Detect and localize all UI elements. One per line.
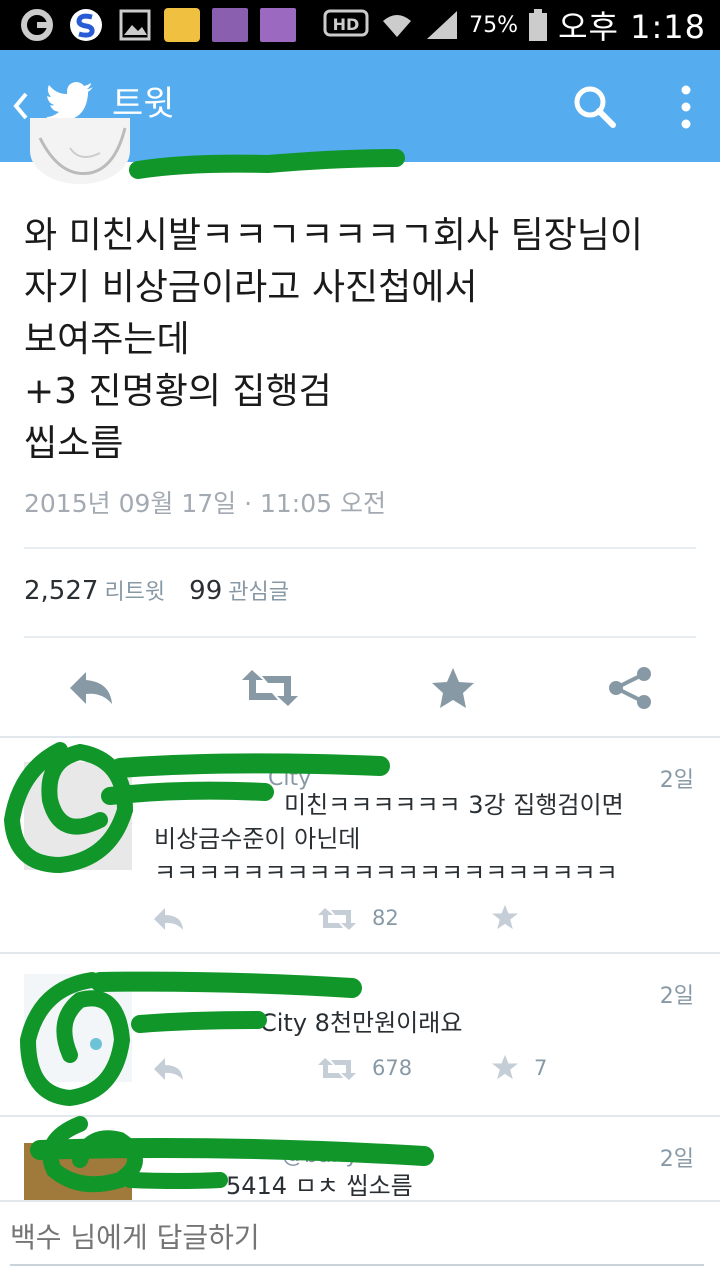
hd-icon: HD [323, 9, 369, 37]
retweet-count: 2,527 [24, 576, 99, 606]
reply-icon[interactable] [152, 906, 186, 932]
reply-age: 2일 [659, 768, 694, 793]
reply-line: 비상금수준이 아닌데 [154, 825, 361, 853]
reply-line: City 8천만원이래요 [260, 1009, 463, 1037]
reply-avatar[interactable] [24, 1143, 132, 1200]
tweet-line: 보여주는데 [24, 319, 190, 360]
favorite-icon[interactable] [428, 666, 478, 710]
reply-line: 미친ㅋㅋㅋㅋㅋㅋ 3강 집행검이면 [284, 791, 624, 819]
retweet-icon[interactable] [318, 906, 356, 932]
divider [24, 547, 696, 549]
tweet-line: 와 미친시발ㅋㅋㄱㅋㅋㅋㄱ회사 팀장님이 [24, 215, 644, 256]
manga-app-icon [212, 8, 248, 42]
tweet-timestamp: 2015년 09월 17일 · 11:05 오전 [24, 489, 386, 518]
tweet-stats: 2,527 리트윗 99 관심글 [24, 574, 289, 606]
retweet-icon[interactable] [318, 1056, 356, 1082]
reply-icon[interactable] [66, 666, 116, 710]
battery-icon [529, 9, 548, 41]
reply-input[interactable] [10, 1212, 704, 1262]
clock: 오후 1:18 [558, 8, 706, 46]
back-icon[interactable] [8, 86, 32, 126]
reply-retweet-count: 678 [372, 1056, 413, 1080]
tweet-line: 자기 비상금이라고 사진첩에서 [24, 267, 478, 308]
author-avatar[interactable] [30, 118, 130, 184]
battery-percent: 75% [469, 12, 519, 38]
reply-favorite-count: 7 [534, 1056, 548, 1080]
gallery-icon [119, 9, 151, 41]
reply-item[interactable]: @banya 2일 5414 ㅁㅊ 씹소름 [0, 1117, 720, 1200]
divider [24, 636, 696, 638]
reply-bar [0, 1200, 720, 1280]
retweet-icon[interactable] [242, 666, 298, 710]
reply-retweet-count: 82 [372, 906, 399, 930]
share-icon[interactable] [606, 666, 656, 710]
retweet-label: 리트윗 [104, 580, 166, 605]
favorite-count: 99 [189, 576, 223, 606]
reply-item[interactable]: 2일 City 8천만원이래요 678 7 [0, 954, 720, 1114]
tweet-line: +3 진명황의 집행검 [24, 371, 332, 412]
wifi-icon [383, 15, 412, 37]
retweet-stat[interactable]: 2,527 리트윗 [24, 574, 165, 606]
status-bar: HD 75% 오후 1:18 [0, 0, 720, 50]
signal-icon [427, 11, 458, 39]
reply-icon[interactable] [152, 1056, 186, 1082]
s-app-icon [70, 9, 102, 41]
search-icon[interactable] [570, 82, 618, 130]
svg-text:HD: HD [333, 15, 360, 34]
tweet-text: 와 미친시발ㅋㅋㄱㅋㅋㅋㄱ회사 팀장님이 자기 비상금이라고 사진첩에서 보여주… [24, 210, 704, 470]
more-icon[interactable] [668, 80, 704, 134]
reply-avatar[interactable] [24, 762, 132, 870]
tweet-actions [0, 660, 720, 720]
favorite-icon[interactable] [488, 1054, 522, 1080]
reply-line: 5414 ㅁㅊ 씹소름 [226, 1172, 413, 1200]
reply-text: 5414 ㅁㅊ 씹소름 [226, 1169, 720, 1203]
reply-input-underline [10, 1264, 704, 1266]
reply-avatar[interactable] [24, 974, 132, 1082]
game-app-icon [164, 8, 200, 42]
g-app-icon [21, 9, 53, 41]
favorite-stat[interactable]: 99 관심글 [189, 574, 289, 606]
favorite-label: 관심글 [228, 580, 289, 605]
manga-app-icon-2 [260, 8, 296, 42]
reply-text: City 8천만원이래요 [260, 1006, 720, 1040]
reply-line: ㅋㅋㅋㅋㅋㅋㅋㅋㅋㅋㅋㅋㅋㅋㅋㅋㅋㅋㅋㅋㅋ [154, 859, 618, 878]
reply-item[interactable]: City 2일 미친ㅋㅋㅋㅋㅋㅋ 3강 집행검이면 비상금수준이 아닌데 ㅋㅋㅋ… [0, 738, 720, 952]
reply-text: 미친ㅋㅋㅋㅋㅋㅋ 3강 집행검이면 비상금수준이 아닌데 ㅋㅋㅋㅋㅋㅋㅋㅋㅋㅋㅋ… [154, 788, 654, 878]
reply-handle: @banya [282, 1143, 372, 1168]
tweet-line: 씹소름 [24, 423, 124, 464]
favorite-icon[interactable] [488, 904, 522, 930]
